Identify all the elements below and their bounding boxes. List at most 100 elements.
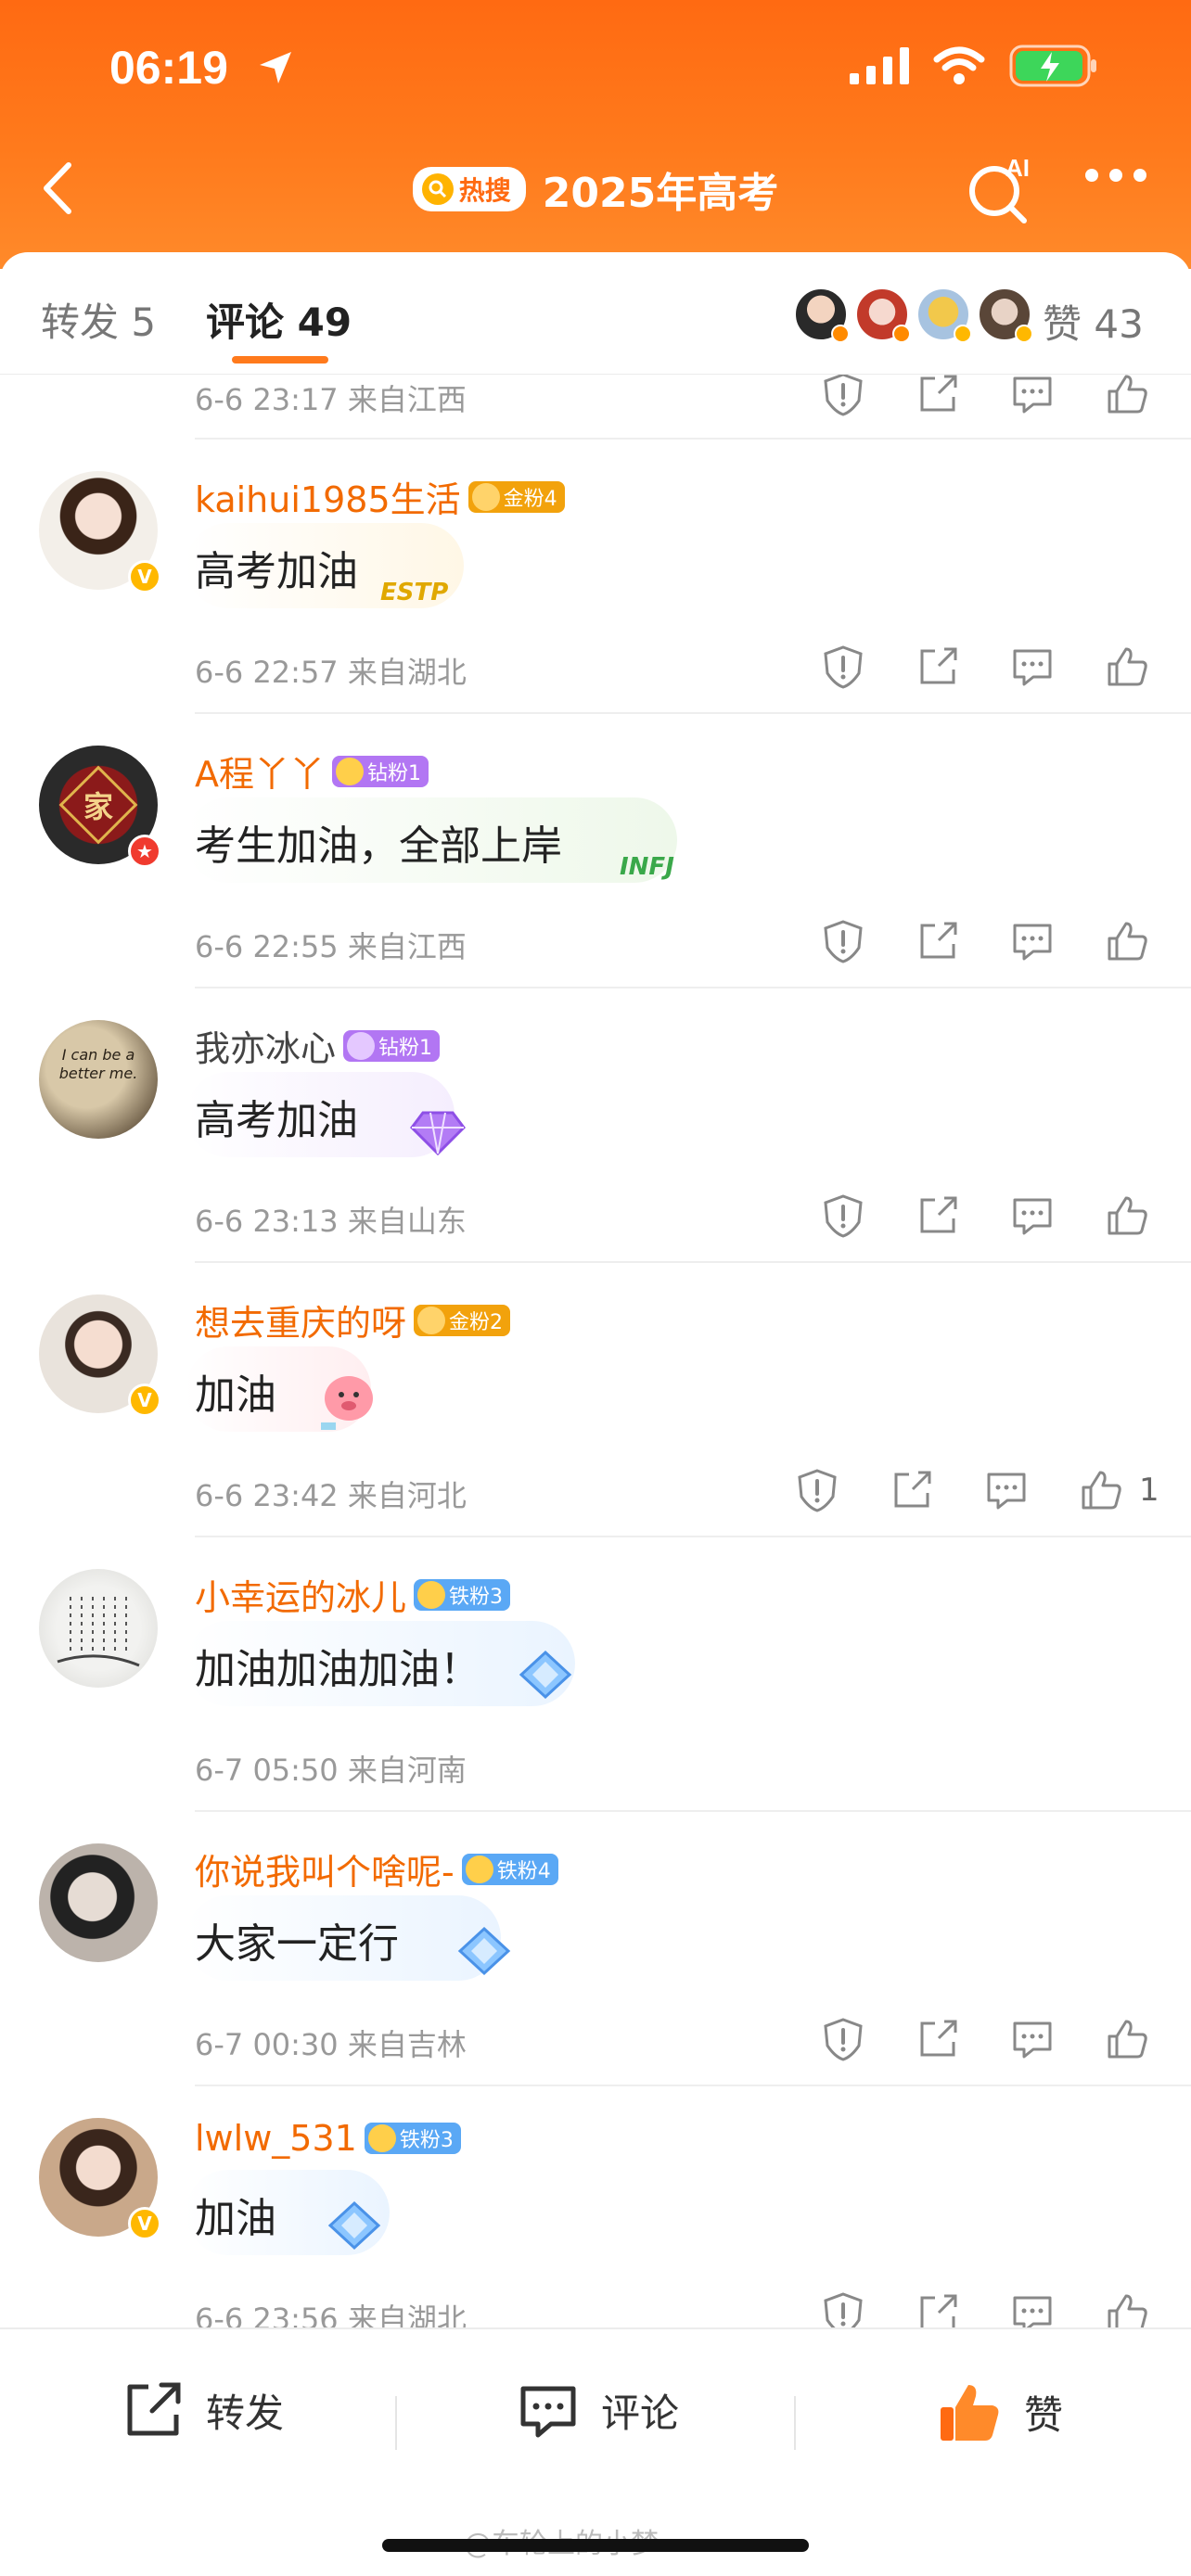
comment-icon[interactable] — [1009, 375, 1056, 417]
hot-search-label: 热搜 — [458, 175, 511, 206]
comment-icon[interactable] — [1009, 2016, 1056, 2062]
fan-badge: 铁粉3 — [364, 2123, 461, 2154]
report-icon[interactable] — [820, 375, 866, 417]
avatar[interactable]: V — [39, 2118, 161, 2240]
report-icon[interactable] — [794, 1467, 840, 1513]
comment-button[interactable]: 评论 — [516, 2378, 679, 2442]
battery-icon — [1009, 45, 1096, 87]
comment-meta: 6-7 05:50 来自河南 — [195, 1753, 467, 1788]
report-icon[interactable] — [820, 1192, 866, 1239]
crown-icon — [465, 1855, 493, 1883]
avatar-text: I can be a better me. — [58, 1046, 138, 1082]
avatar[interactable]: 家 ★ — [39, 746, 161, 868]
comment-icon[interactable] — [1009, 918, 1056, 964]
avatar — [855, 287, 911, 343]
share-icon[interactable] — [915, 644, 961, 690]
ai-search-icon[interactable]: AI — [965, 152, 1039, 226]
thumb-up-icon[interactable] — [1104, 918, 1150, 964]
diamond-icon — [347, 1031, 376, 1060]
avatar[interactable]: I can be a better me. — [39, 1020, 158, 1139]
comment-divider — [195, 987, 1191, 988]
thumb-up-icon — [941, 2385, 999, 2441]
thumb-up-icon[interactable] — [1078, 1467, 1124, 1513]
comment-divider — [195, 1536, 1191, 1537]
comment-username[interactable]: 你说我叫个啥呢- 铁粉4 — [195, 1843, 558, 1894]
diamond-sticker-icon — [327, 2200, 381, 2251]
comment-username[interactable]: 小幸运的冰儿 铁粉3 — [195, 1569, 511, 1620]
search-icon — [421, 173, 454, 205]
liker-avatars[interactable] — [794, 287, 1033, 343]
comment-text: 高考加油 — [195, 548, 358, 595]
crown-icon — [367, 2124, 396, 2152]
comment-meta: 6-6 23:42 来自河北 — [195, 1478, 467, 1513]
comment-text: 加油 — [195, 2195, 276, 2242]
tab-likes[interactable]: 赞 43 — [1043, 293, 1144, 350]
share-icon[interactable] — [915, 2290, 961, 2327]
report-icon[interactable] — [820, 644, 866, 690]
like-label: 赞 — [1024, 2391, 1064, 2438]
comment-username[interactable]: 我亦冰心 钻粉1 — [195, 1020, 441, 1071]
comment-text: 加油 — [195, 1371, 276, 1419]
topic-title[interactable]: 2025年高考 — [543, 159, 778, 219]
comment-text: 加油加油加油！ — [195, 1646, 480, 1693]
sticker-label: ESTP — [380, 579, 449, 606]
fan-badge: 铁粉4 — [461, 1853, 558, 1885]
comment-username[interactable]: A程丫丫 钻粉1 — [195, 746, 429, 797]
tab-comments[interactable]: 评论 49 — [206, 291, 352, 348]
crown-icon — [471, 482, 500, 511]
thumb-up-icon[interactable] — [1104, 375, 1150, 417]
fan-badge: 铁粉3 — [414, 1578, 511, 1611]
report-icon[interactable] — [820, 918, 866, 964]
avatar — [916, 287, 972, 343]
avatar[interactable]: V — [39, 1294, 161, 1417]
report-icon[interactable] — [820, 2290, 866, 2327]
home-indicator[interactable] — [382, 2539, 809, 2552]
share-icon[interactable] — [915, 1192, 961, 1239]
comment-actions — [820, 2016, 1150, 2062]
status-icons — [850, 45, 1098, 87]
crown-icon — [417, 1306, 446, 1334]
signal-icon — [850, 47, 909, 84]
comment-icon — [520, 2386, 576, 2438]
avatar[interactable] — [39, 1569, 158, 1688]
share-icon[interactable] — [915, 918, 961, 964]
location-arrow-icon — [260, 52, 291, 83]
avatar[interactable]: V — [39, 471, 161, 593]
comment-username[interactable]: kaihui1985生活 金粉4 — [195, 471, 565, 522]
avatar — [794, 287, 850, 343]
status-time: 06:19 — [109, 42, 228, 94]
repost-button[interactable]: 转发 — [121, 2378, 284, 2442]
comment-list[interactable]: 6-6 23:17 来自江西 V kaihui1985生活 金粉4 高考加油 E… — [0, 375, 1191, 2327]
star-badge: ★ — [128, 835, 161, 868]
report-icon[interactable] — [820, 2016, 866, 2062]
avatar-glyph: 家 — [83, 788, 114, 824]
comment-icon[interactable] — [1009, 644, 1056, 690]
comment-actions: 1 — [794, 1467, 1159, 1513]
cartoon-sticker-icon — [321, 1376, 373, 1430]
fan-badge: 钻粉1 — [343, 1029, 441, 1062]
share-icon[interactable] — [889, 1467, 935, 1513]
comment-actions — [820, 918, 1150, 964]
share-icon[interactable] — [915, 2016, 961, 2062]
comment-icon[interactable] — [983, 1467, 1030, 1513]
comment-username[interactable]: 想去重庆的呀 金粉2 — [195, 1294, 511, 1345]
comment-divider — [195, 1261, 1191, 1263]
diamond-sticker-icon — [519, 1650, 572, 1700]
hot-search-pill[interactable]: 热搜 — [412, 167, 526, 211]
tab-repost[interactable]: 转发 5 — [41, 291, 156, 348]
more-icon[interactable] — [1085, 169, 1146, 182]
share-icon[interactable] — [915, 375, 961, 417]
thumb-up-icon[interactable] — [1104, 2290, 1150, 2327]
comment-icon[interactable] — [1009, 1192, 1056, 1239]
avatar[interactable] — [39, 1843, 158, 1962]
thumb-up-icon[interactable] — [1104, 1192, 1150, 1239]
thumb-up-icon[interactable] — [1104, 2016, 1150, 2062]
like-count: 1 — [1139, 1472, 1159, 1509]
comment-icon[interactable] — [1009, 2290, 1056, 2327]
comment-username[interactable]: lwlw_531 铁粉3 — [195, 2118, 461, 2159]
diamond-sticker-icon — [457, 1926, 511, 1976]
comment-divider — [195, 1810, 1191, 1812]
comment-label: 评论 — [601, 2390, 680, 2436]
thumb-up-icon[interactable] — [1104, 644, 1150, 690]
like-button[interactable]: 赞 — [935, 2378, 1063, 2446]
